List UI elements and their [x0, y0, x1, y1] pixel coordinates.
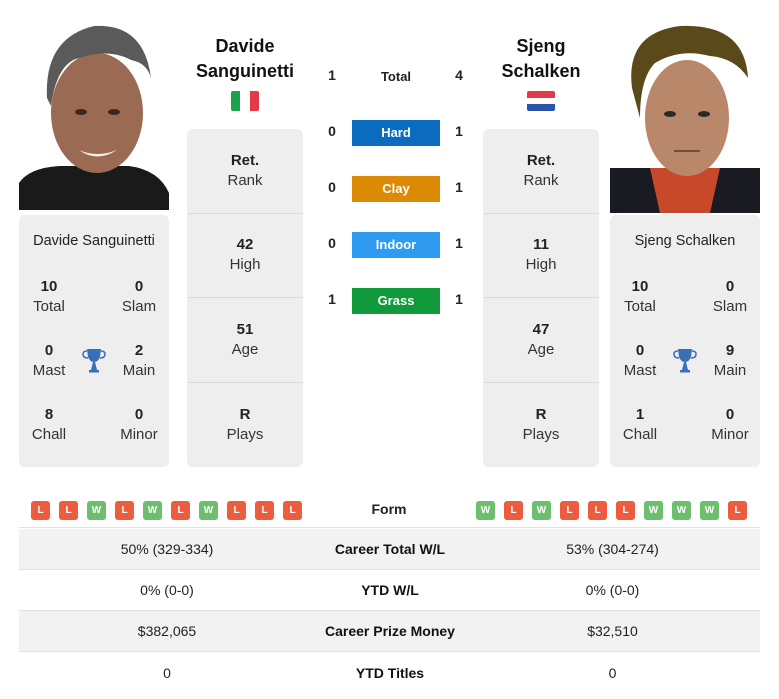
player1-high: 42 High [187, 214, 303, 298]
player2-total-titles: 10 Total [624, 278, 656, 315]
stat-label: Career Prize Money [325, 623, 455, 639]
player2-masters-titles: 0 Mast [623, 342, 657, 379]
player1-stat-value: 0% (0-0) [140, 582, 194, 598]
player1-titles-name[interactable]: Davide Sanguinetti [19, 233, 169, 249]
stats-row-prize-money: $382,065 Career Prize Money $32,510 [19, 611, 760, 652]
player1-form-badge: L [115, 501, 134, 520]
h2h-hard-left: 0 [328, 123, 336, 139]
player2-form-badge: L [560, 501, 579, 520]
player1-form-badge: L [171, 501, 190, 520]
player2-titles-card: Sjeng Schalken 10 Total 0 Slam 0 Mast 9 … [610, 215, 760, 467]
player2-form-badge: W [644, 501, 663, 520]
surface-hard-button[interactable]: Hard [352, 120, 440, 146]
h2h-clay-right: 1 [455, 179, 463, 195]
player1-plays: R Plays [226, 405, 264, 443]
stat-label: YTD W/L [361, 582, 419, 598]
stats-row-ytd-wl: 0% (0-0) YTD W/L 0% (0-0) [19, 570, 760, 611]
stat-label: YTD Titles [355, 664, 425, 681]
player1-form-badge: W [199, 501, 218, 520]
player2-name-line2: Schalken [501, 61, 581, 81]
player2-form-badge: L [728, 501, 747, 520]
player2-stat-value: 0% (0-0) [585, 582, 640, 598]
player2-name-line1: Sjeng [516, 36, 566, 56]
trophy-icon [673, 349, 697, 373]
player2-form-badge: L [504, 501, 523, 520]
player1-form-badge: L [31, 501, 50, 520]
player2-titles-name[interactable]: Sjeng Schalken [610, 233, 760, 249]
player1-form-badge: W [87, 501, 106, 520]
player2-info-card: Ret. Rank 11 High 47 Age R Plays [483, 129, 599, 467]
stats-row-career-wl: 50% (329-334) Career Total W/L 53% (304-… [19, 529, 760, 570]
surface-clay-button[interactable]: Clay [352, 176, 440, 202]
player2-age: 47 Age [483, 298, 599, 383]
h2h-grass-right: 1 [455, 291, 463, 307]
player1-main-titles: 2 Main [122, 342, 156, 379]
h2h-hard-right: 1 [455, 123, 463, 139]
form-label: Form [371, 501, 407, 517]
surface-grass-button[interactable]: Grass [352, 288, 440, 314]
player2-name-heading[interactable]: Sjeng Schalken [471, 34, 611, 84]
player1-masters-titles: 0 Mast [32, 342, 66, 379]
player1-name-heading[interactable]: Davide Sanguinetti [175, 34, 315, 84]
h2h-clay-left: 0 [328, 179, 336, 195]
h2h-indoor-right: 1 [455, 235, 463, 251]
player1-info-card: Ret. Rank 42 High 51 Age R Plays [187, 129, 303, 467]
h2h-total-left: 1 [328, 67, 336, 83]
trophy-icon [82, 349, 106, 373]
player2-stat-value: 0 [608, 664, 617, 681]
form-row: L L W L W L W L L L Form W L W L L L W W… [19, 492, 760, 528]
player2-form-badge: W [532, 501, 551, 520]
player1-form-badge: W [143, 501, 162, 520]
player1-stat-value: 0 [163, 664, 171, 681]
italy-flag-icon [231, 91, 259, 111]
h2h-grass-left: 1 [328, 291, 336, 307]
h2h-indoor-left: 0 [328, 235, 336, 251]
player2-form-badge: W [476, 501, 495, 520]
player2-form-badge: W [672, 501, 691, 520]
player1-photo [19, 18, 169, 210]
player2-high: 11 High [483, 214, 599, 298]
player2-minor-titles: 0 Minor [711, 406, 749, 443]
player1-titles-card: Davide Sanguinetti 10 Total 0 Slam 0 Mas… [19, 215, 169, 467]
surface-indoor-button[interactable]: Indoor [352, 232, 440, 258]
stats-table: 50% (329-334) Career Total W/L 53% (304-… [19, 529, 760, 693]
player2-main-titles: 9 Main [713, 342, 747, 379]
player2-challenger-titles: 1 Chall [622, 406, 658, 443]
player1-age: 51 Age [187, 298, 303, 383]
player2-plays: R Plays [522, 405, 560, 443]
player2-form-badge: W [700, 501, 719, 520]
player1-form-badge: L [59, 501, 78, 520]
player1-form-badge: L [227, 501, 246, 520]
player1-slam-titles: 0 Slam [121, 278, 157, 315]
player2-photo [610, 18, 760, 213]
player2-form-badge: L [588, 501, 607, 520]
player1-stat-value: 50% (329-334) [120, 541, 214, 557]
h2h-total-right: 4 [455, 67, 463, 83]
h2h-total-label: Total [380, 69, 412, 84]
player1-minor-titles: 0 Minor [120, 406, 158, 443]
player2-form-badge: L [616, 501, 635, 520]
player1-name-line1: Davide [215, 36, 275, 56]
player1-rank: Ret. Rank [187, 129, 303, 214]
player1-name-line2: Sanguinetti [196, 61, 294, 81]
player1-stat-value: $382,065 [137, 623, 197, 639]
netherlands-flag-icon [527, 91, 555, 111]
player2-stat-value: 53% (304-274) [566, 541, 659, 557]
stats-row-ytd-titles: 0 YTD Titles 0 [19, 652, 760, 693]
stat-label: Career Total W/L [334, 541, 446, 557]
player1-form-badge: L [255, 501, 274, 520]
player2-rank: Ret. Rank [483, 129, 599, 214]
player1-form-badge: L [283, 501, 302, 520]
player2-stat-value: $32,510 [587, 623, 638, 639]
player2-slam-titles: 0 Slam [712, 278, 748, 315]
player1-total-titles: 10 Total [33, 278, 65, 315]
player1-challenger-titles: 8 Chall [31, 406, 67, 443]
